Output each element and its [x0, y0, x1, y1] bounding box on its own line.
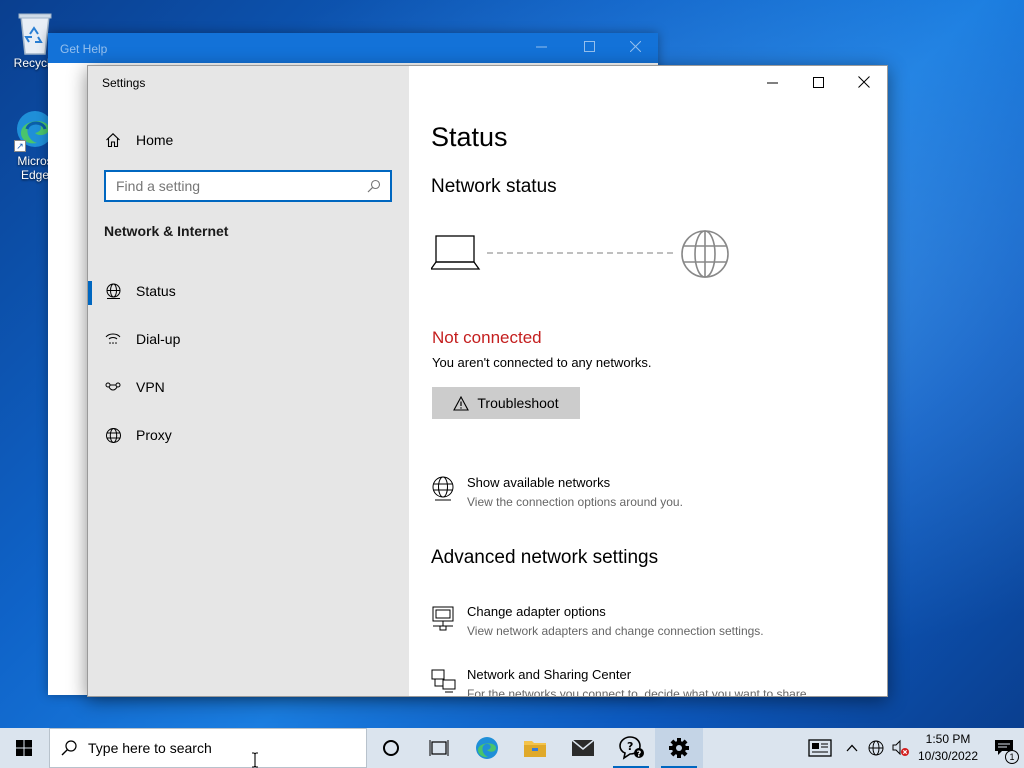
search-icon — [50, 740, 88, 756]
minimize-icon — [535, 46, 547, 48]
clock-date: 10/30/2022 — [917, 749, 979, 763]
close-icon — [629, 40, 641, 53]
app-title: Settings — [102, 76, 146, 90]
advanced-settings-heading: Advanced network settings — [431, 547, 659, 568]
internet-globe-icon — [681, 230, 729, 278]
close-icon — [858, 76, 870, 88]
close-button[interactable] — [841, 66, 887, 98]
warning-icon — [453, 395, 470, 411]
volume-tray-button[interactable] — [888, 728, 912, 768]
notification-count-badge: 1 — [1005, 750, 1019, 764]
settings-content: Status Network status Not connected You — [409, 66, 887, 696]
show-networks-title: Show available networks — [467, 475, 611, 490]
settings-sidebar: Settings Home Network & Internet Status — [88, 66, 409, 696]
vpn-icon — [88, 379, 136, 395]
home-icon — [106, 133, 120, 148]
sidebar-item-label: Proxy — [136, 427, 172, 443]
maximize-icon — [812, 76, 824, 88]
show-networks-link[interactable]: Show available networks View the connect… — [431, 474, 683, 512]
sidebar-item-label: VPN — [136, 379, 165, 395]
sharing-center-desc: For the networks you connect to, decide … — [467, 687, 810, 697]
file-explorer-button[interactable] — [511, 728, 559, 768]
settings-window[interactable]: Settings Home Network & Internet Status — [87, 65, 888, 697]
edge-icon — [476, 737, 498, 759]
text-cursor-icon — [252, 752, 258, 768]
minimize-icon — [766, 82, 778, 83]
network-globe-icon — [431, 474, 467, 512]
start-button[interactable] — [0, 728, 48, 768]
action-center-button[interactable]: 1 — [984, 728, 1024, 768]
cortana-icon — [383, 740, 399, 756]
connection-description: You aren't connected to any networks. — [432, 355, 652, 370]
news-widget-button[interactable] — [800, 728, 840, 768]
file-explorer-icon — [524, 741, 546, 757]
shortcut-arrow-icon: ↗ — [14, 140, 26, 152]
maximize-button[interactable] — [795, 66, 841, 98]
get-help-close-button[interactable] — [612, 33, 658, 63]
home-label: Home — [136, 132, 174, 148]
sidebar-item-status[interactable]: Status — [88, 271, 409, 311]
svg-text:?: ? — [627, 740, 633, 753]
taskbar-search-placeholder: Type here to search — [88, 740, 212, 756]
network-sharing-center-link[interactable]: Network and Sharing Center For the netwo… — [431, 666, 810, 697]
edge-taskbar-button[interactable] — [463, 728, 511, 768]
mail-button[interactable] — [559, 728, 607, 768]
dialup-icon — [88, 331, 136, 347]
get-help-icon: ?? — [619, 736, 644, 760]
get-help-maximize-button[interactable] — [566, 33, 612, 63]
network-status-heading: Network status — [431, 176, 557, 197]
adapter-options-desc: View network adapters and change connect… — [467, 624, 764, 638]
sidebar-item-label: Status — [136, 283, 176, 299]
troubleshoot-label: Troubleshoot — [477, 395, 559, 411]
show-networks-desc: View the connection options around you. — [467, 495, 683, 509]
get-help-taskbar-button[interactable]: ?? — [607, 728, 655, 768]
sidebar-item-dial-up[interactable]: Dial-up — [88, 319, 409, 359]
home-nav-item[interactable]: Home — [105, 129, 173, 151]
windows-logo-icon — [16, 740, 32, 756]
search-icon[interactable] — [362, 179, 386, 193]
cortana-button[interactable] — [367, 728, 415, 768]
sidebar-item-proxy[interactable]: Proxy — [88, 415, 409, 455]
sharing-center-icon — [431, 666, 467, 696]
globe-network-icon — [88, 283, 136, 300]
network-adapter-icon — [431, 603, 467, 641]
get-help-minimize-button[interactable] — [518, 33, 564, 63]
settings-icon — [669, 738, 689, 758]
sharing-center-title: Network and Sharing Center — [467, 667, 632, 682]
section-title: Network & Internet — [104, 223, 229, 239]
svg-text:?: ? — [637, 750, 642, 759]
get-help-title: Get Help — [60, 42, 108, 56]
mail-icon — [571, 739, 595, 756]
task-view-button[interactable] — [415, 728, 463, 768]
network-status-diagram — [429, 226, 731, 291]
sidebar-item-label: Dial-up — [136, 331, 181, 347]
settings-taskbar-button[interactable] — [655, 728, 703, 768]
volume-muted-icon — [892, 739, 909, 756]
show-hidden-icons-button[interactable] — [840, 728, 864, 768]
laptop-icon — [429, 235, 481, 270]
network-tray-button[interactable] — [864, 728, 888, 768]
troubleshoot-button[interactable]: Troubleshoot — [432, 387, 580, 419]
clock[interactable]: 1:50 PM 10/30/2022 — [912, 731, 984, 765]
clock-time: 1:50 PM — [925, 732, 971, 746]
system-tray: 1:50 PM 10/30/2022 1 — [800, 728, 1024, 768]
get-help-titlebar[interactable]: Get Help — [48, 33, 658, 63]
connection-state: Not connected — [432, 328, 542, 347]
sidebar-item-vpn[interactable]: VPN — [88, 367, 409, 407]
globe-icon — [88, 427, 136, 444]
settings-search-box[interactable] — [104, 170, 392, 202]
page-title: Status — [431, 122, 508, 152]
news-icon — [808, 739, 832, 757]
maximize-icon — [583, 41, 595, 52]
chevron-up-icon — [846, 744, 858, 752]
minimize-button[interactable] — [749, 66, 795, 98]
change-adapter-options-link[interactable]: Change adapter options View network adap… — [431, 603, 764, 641]
network-globe-tray-icon — [868, 740, 884, 756]
taskbar-search-box[interactable]: Type here to search — [49, 728, 367, 768]
taskbar: Type here to search ?? 1:50 PM 10/30/202… — [0, 728, 1024, 768]
settings-search-input[interactable] — [106, 172, 362, 200]
adapter-options-title: Change adapter options — [467, 604, 606, 619]
task-view-icon — [429, 740, 449, 756]
